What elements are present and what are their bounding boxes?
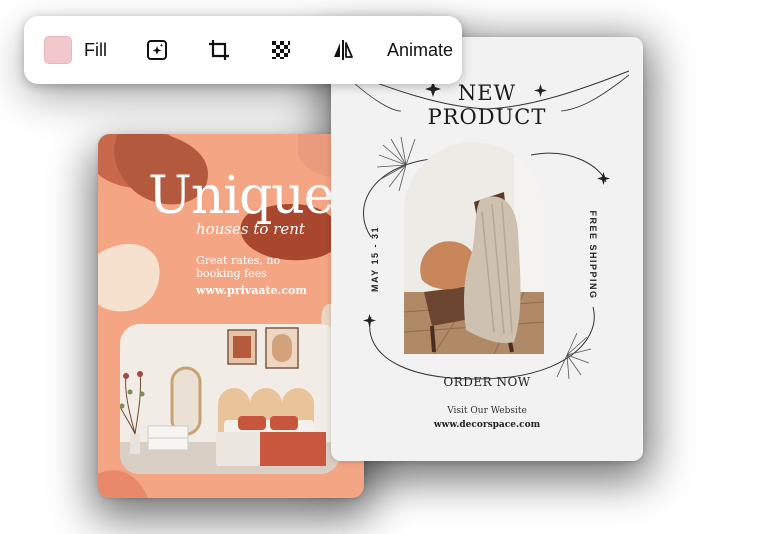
card-tagline: Great rates, no booking fees <box>196 254 281 280</box>
visit-website-label: Visit Our Website <box>447 406 527 416</box>
animate-button[interactable]: Animate <box>387 40 453 61</box>
card-website: www.decorspace.com <box>433 420 541 430</box>
fill-color-swatch[interactable] <box>44 36 72 64</box>
crop-icon[interactable] <box>207 38 231 62</box>
unique-houses-design-card[interactable]: Unique houses to rent Great rates, no bo… <box>98 134 364 498</box>
editor-toolbar: Fill Animate <box>24 16 462 84</box>
new-product-design-card[interactable]: NEW PRODUCT MAY 15 - 31 FREE SHIPPING OR… <box>331 37 643 461</box>
order-now-label: ORDER NOW <box>443 375 531 389</box>
date-range-text: MAY 15 - 31 <box>370 225 380 293</box>
card-subtitle: houses to rent <box>196 220 305 238</box>
card-title: Unique <box>148 166 334 226</box>
product-title-line2: PRODUCT <box>427 105 547 129</box>
transparency-icon[interactable] <box>269 38 293 62</box>
bedroom-photo <box>120 324 340 474</box>
free-shipping-text: FREE SHIPPING <box>588 210 598 300</box>
fill-button[interactable]: Fill <box>44 36 107 64</box>
magic-edit-icon[interactable] <box>145 38 169 62</box>
chair-photo <box>404 142 544 354</box>
card-website: www.privaate.com <box>196 284 308 297</box>
fill-label: Fill <box>84 39 107 60</box>
product-title-line1: NEW <box>457 81 517 105</box>
flip-icon[interactable] <box>331 38 355 62</box>
